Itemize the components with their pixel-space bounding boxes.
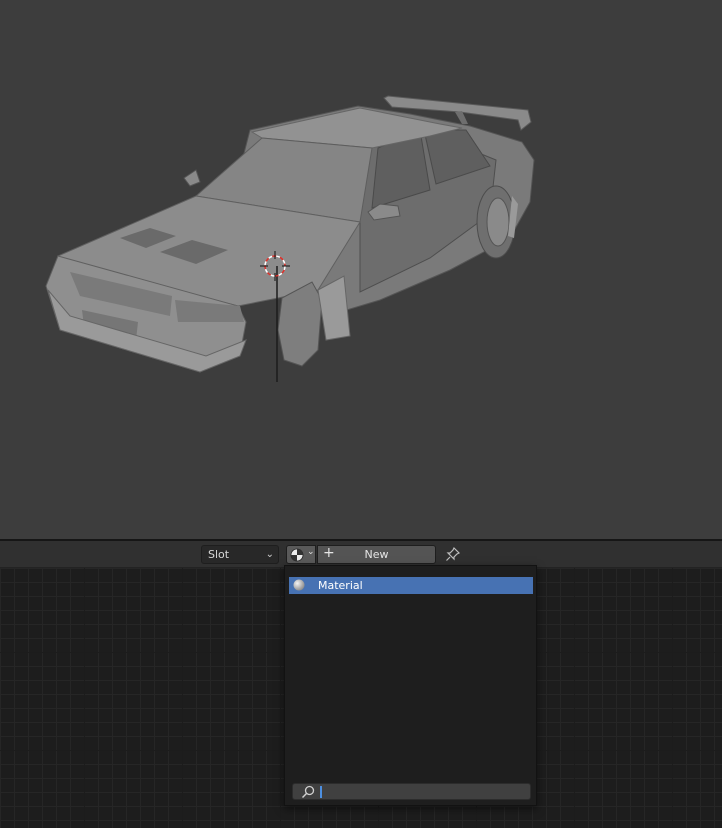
chevron-down-icon: ⌄ bbox=[265, 549, 274, 560]
new-material-button[interactable]: + New bbox=[317, 545, 436, 564]
search-icon bbox=[301, 785, 315, 799]
car-model bbox=[45, 95, 535, 382]
chevron-down-icon: ⌄ bbox=[307, 547, 315, 557]
slot-dropdown[interactable]: Slot ⌄ bbox=[201, 545, 279, 564]
slot-label: Slot bbox=[208, 548, 230, 561]
3d-viewport[interactable] bbox=[0, 0, 722, 539]
material-ball-icon bbox=[293, 579, 305, 591]
text-caret bbox=[320, 786, 322, 798]
node-editor-header: Slot ⌄ ⌄ + New bbox=[0, 541, 722, 568]
material-ball-icon bbox=[290, 548, 304, 562]
material-browse-menu: Material bbox=[284, 565, 537, 806]
material-list-item[interactable]: Material bbox=[289, 577, 533, 594]
search-input[interactable] bbox=[292, 783, 531, 800]
browse-material-button[interactable]: ⌄ bbox=[286, 545, 316, 564]
pin-icon[interactable] bbox=[445, 546, 461, 562]
cursor-3d-icon bbox=[260, 251, 290, 281]
new-label: New bbox=[364, 548, 389, 561]
material-item-label: Material bbox=[318, 579, 363, 592]
